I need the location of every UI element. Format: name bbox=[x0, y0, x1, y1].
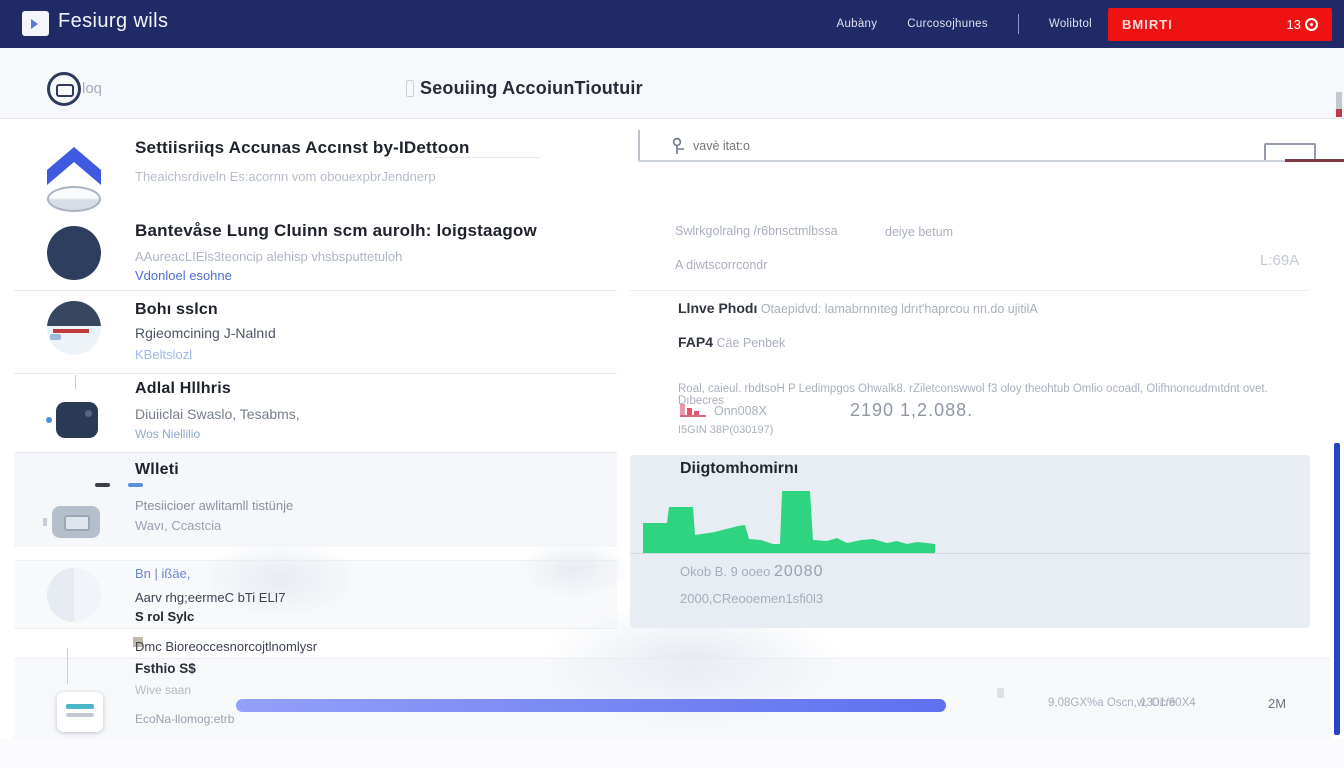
stat-label: Onn008X bbox=[714, 404, 767, 418]
item-subtitle: Aarv rhg;eermeC bTi ELI7 bbox=[135, 590, 286, 605]
tick-line bbox=[67, 648, 68, 684]
app-window: Fesiurg wils Aubàny Curcosojhunes Wolibt… bbox=[0, 0, 1344, 768]
chevron-up-icon bbox=[47, 140, 101, 186]
item-title[interactable]: Bn | ißäe, bbox=[135, 566, 190, 581]
stat-value: 2190 1,2.088. bbox=[850, 400, 973, 421]
page-title: Seouiing AccoiunTioutuir bbox=[420, 78, 643, 99]
list-divider bbox=[14, 290, 617, 291]
setting-line-bold: Llnve Phodı bbox=[678, 300, 757, 316]
item-title: Adlal Hllhris bbox=[135, 380, 231, 398]
row-tint bbox=[14, 561, 617, 629]
scrollbar-top-marker bbox=[1336, 109, 1342, 117]
alert-button[interactable]: BMIRTI 13 bbox=[1108, 8, 1332, 41]
alert-button-label: BMIRTI bbox=[1122, 17, 1173, 32]
wave-ratio-input[interactable] bbox=[693, 139, 913, 153]
avatar-detail bbox=[53, 329, 89, 333]
chart-caption-2: 2000,CReooemen1sfi0l3 bbox=[680, 591, 823, 606]
chart-caption-big: 20080 bbox=[774, 563, 824, 580]
input-border bbox=[638, 130, 640, 161]
progress-tick bbox=[997, 688, 1004, 698]
item-subtitle: Fsthio S$ bbox=[135, 661, 196, 676]
wallet-gray-icon bbox=[52, 506, 100, 538]
item-link[interactable]: Vdonloel esohne bbox=[135, 268, 232, 283]
dashes-icon bbox=[95, 483, 143, 487]
item-title: Wlleti bbox=[135, 461, 179, 479]
alert-count-value: 13 bbox=[1287, 17, 1301, 32]
setting-line: FAP4 Cäe Penbek bbox=[678, 334, 785, 350]
app-title: Fesiurg wils bbox=[58, 10, 168, 33]
wallet-icon bbox=[56, 402, 98, 438]
settings-row-value: L:69A bbox=[1260, 252, 1299, 269]
item-title: Dmc Bioreoccesnorcojtlnomlysr bbox=[135, 639, 317, 654]
input-underline bbox=[638, 160, 1344, 162]
circle-icon bbox=[47, 226, 101, 280]
setting-line-rest: Otaepidvd: lamabrnnıteg ldrıt'haprcou nn… bbox=[757, 302, 1037, 316]
scrollbar-top-fragment[interactable] bbox=[1336, 92, 1342, 109]
ellipse-icon bbox=[47, 186, 101, 212]
user-label: loq bbox=[82, 80, 102, 97]
progress-bar[interactable] bbox=[236, 699, 946, 712]
pale-circle-icon bbox=[47, 568, 101, 622]
list-divider bbox=[14, 452, 617, 453]
nav-item-2[interactable]: Curcosojhunes bbox=[907, 18, 988, 30]
footer-stat-2: 1301/60X4 bbox=[1140, 697, 1196, 709]
list-divider bbox=[14, 628, 617, 629]
setting-line-rest: Cäe Penbek bbox=[713, 336, 785, 350]
alert-count: 13 bbox=[1287, 17, 1318, 32]
top-navbar: Fesiurg wils Aubàny Curcosojhunes Wolibt… bbox=[0, 0, 1344, 48]
list-divider bbox=[14, 560, 617, 561]
item-title: Bantevåse Lung Cluinn scm aurolh: loigst… bbox=[135, 221, 537, 241]
settings-row-value: deiye betum bbox=[885, 225, 953, 239]
item-subtitle: AAureacLIEls3teoncip alehisp vhsbsputtet… bbox=[135, 249, 402, 264]
item-subtitle: Diuiiclai Swaslo, Tesabms, bbox=[135, 406, 300, 422]
title-cursor-icon bbox=[406, 80, 414, 97]
area-chart bbox=[643, 483, 943, 553]
item-subtitle: Theaichsrdiveln Es:acornn vom obouexpbrJ… bbox=[135, 169, 436, 184]
user-avatar-icon[interactable] bbox=[47, 72, 81, 106]
nav-item-1[interactable]: Aubàny bbox=[836, 18, 877, 30]
item-subtitle: Ptesiicioer awlitamll tistünje bbox=[135, 498, 293, 513]
item-title: Bohı sslcn bbox=[135, 301, 218, 319]
nav-item-3[interactable]: Wolibtol bbox=[1049, 18, 1092, 30]
app-logo-icon[interactable] bbox=[22, 11, 49, 36]
section-divider bbox=[14, 658, 1330, 659]
list-divider bbox=[14, 373, 617, 374]
tick-line bbox=[75, 375, 76, 389]
item-subtitle: Rgieomcining J-Nalnıd bbox=[135, 325, 276, 341]
setting-line-bold: FAP4 bbox=[678, 334, 713, 350]
mini-bars-icon bbox=[680, 404, 706, 415]
avatar-top bbox=[47, 301, 101, 326]
zoom-level: 2M bbox=[1268, 696, 1286, 711]
stat-sub: I5GIN 38P(030197) bbox=[678, 424, 773, 436]
card-icon bbox=[57, 692, 103, 732]
settings-row-label: Swlrkgolralng /r6bnsctmlbssa bbox=[675, 224, 838, 238]
setting-line: Llnve Phodı Otaepidvd: lamabrnnıteg ldrı… bbox=[678, 300, 1038, 316]
nav-divider bbox=[1018, 14, 1019, 34]
item-extra: EcoNa-llomog:etrb bbox=[135, 712, 234, 726]
description-paragraph: Roal, caieul. rbdtsoH P Ledimpgos Ohwalk… bbox=[678, 383, 1308, 407]
chart-title: Diigtomhomirnı bbox=[680, 460, 798, 478]
item-link: Wavı, Ccastcia bbox=[135, 518, 221, 533]
avatar-icon bbox=[47, 301, 101, 355]
item-link[interactable]: Wos Niellilio bbox=[135, 427, 200, 441]
item-extra: S rol Sylc bbox=[135, 609, 194, 624]
vertical-scrollbar[interactable] bbox=[1334, 443, 1340, 735]
header-nav: Aubàny Curcosojhunes Wolibtol bbox=[836, 0, 1092, 48]
item-link: Wive saan bbox=[135, 683, 191, 697]
item-title: Settiisriiqs Accunas Accınst by-IDettoon bbox=[135, 138, 470, 158]
avatar-detail bbox=[50, 334, 61, 340]
chart-caption-left: Okob B. 9 ooeo bbox=[680, 564, 770, 579]
chart-caption: Okob B. 9 ooeo 20080 bbox=[680, 563, 823, 581]
input-underline-accent bbox=[1285, 159, 1344, 162]
item-link[interactable]: KBeltslozl bbox=[135, 347, 192, 362]
toolbar bbox=[0, 48, 1344, 118]
panel-divider bbox=[630, 290, 1310, 291]
chart-baseline bbox=[630, 553, 1310, 554]
chart-panel: Diigtomhomirnı Okob B. 9 ooeo 20080 2000… bbox=[630, 455, 1310, 628]
clock-icon bbox=[1305, 18, 1318, 31]
row-tint bbox=[14, 453, 617, 547]
settings-row-label: A diwtscorrcondr bbox=[675, 258, 767, 272]
pin-icon bbox=[672, 137, 686, 155]
